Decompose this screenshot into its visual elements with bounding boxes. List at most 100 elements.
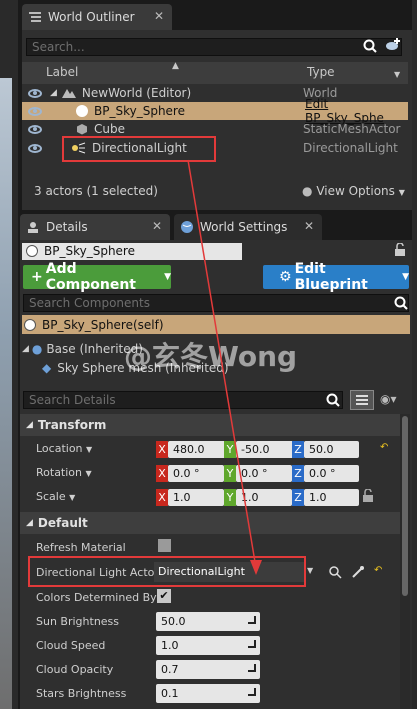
item-type: StaticMeshActor [303, 122, 401, 136]
sun-brightness-input[interactable]: 50.0 [156, 612, 260, 631]
tab-world-outliner[interactable]: World Outliner ✕ [22, 4, 172, 30]
world-icon [61, 89, 76, 98]
location-x-input[interactable]: 480.0 [168, 441, 230, 458]
rotation-y-input[interactable]: 0.0 ° [236, 465, 292, 482]
sphere-icon [24, 318, 36, 331]
rotation-label[interactable]: Rotation ▼ [36, 466, 92, 479]
chevron-down-icon: ▼ [86, 445, 93, 454]
visibility-filter-icon[interactable] [384, 36, 402, 54]
property-matrix-button[interactable] [350, 390, 374, 410]
stars-brightness-input[interactable]: 0.1 [156, 684, 260, 703]
sort-ascending-icon: ▲ [172, 61, 179, 71]
watermark: @玄冬Wong [124, 340, 298, 373]
lock-icon[interactable] [394, 243, 406, 257]
axis-z-label: Z [292, 489, 304, 506]
eye-filter-icon[interactable]: ◉▾ [380, 392, 397, 406]
scale-y-input[interactable]: 1.0 [236, 489, 292, 506]
browse-icon[interactable] [328, 565, 342, 579]
cube-icon [77, 124, 87, 135]
chevron-down-icon[interactable]: ▼ [307, 566, 313, 575]
collapse-icon[interactable]: ◢ [26, 518, 33, 528]
chevron-down-icon: ▼ [398, 188, 405, 197]
eye-icon[interactable] [28, 88, 42, 98]
collapse-icon[interactable]: ◢ [26, 420, 33, 430]
location-label[interactable]: Location ▼ [36, 442, 92, 455]
chevron-down-icon: ▼ [402, 272, 409, 282]
outliner-header: Label ▲ Type ▼ [22, 61, 408, 84]
refresh-material-checkbox[interactable] [158, 539, 171, 552]
tab-details[interactable]: Details ✕ [20, 214, 170, 240]
details-icon [28, 222, 38, 233]
actor-count-status: 3 actors (1 selected) [34, 184, 158, 198]
scale-z-input[interactable]: 1.0 [304, 489, 359, 506]
component-self-row[interactable]: BP_Sky_Sphere(self) [22, 315, 410, 334]
viewport-edge [0, 78, 12, 709]
gears-icon: ⚙ [279, 269, 292, 285]
axis-x-label: X [156, 441, 168, 458]
add-component-button[interactable]: + Add Component ▼ [23, 261, 171, 293]
cloud-opacity-label: Cloud Opacity [36, 663, 114, 676]
reset-icon[interactable]: ↶ [380, 442, 388, 453]
axis-z-label: Z [292, 465, 304, 482]
sphere-icon [76, 105, 88, 117]
axis-z-label: Z [292, 441, 304, 458]
location-y-input[interactable]: -50.0 [236, 441, 298, 458]
axis-x-label: X [156, 489, 168, 506]
expand-icon[interactable]: ◢ [50, 88, 57, 98]
resize-icon [248, 616, 256, 624]
col-label[interactable]: Label [46, 65, 78, 79]
sun-brightness-label: Sun Brightness [36, 615, 120, 628]
chevron-down-icon: ▼ [85, 469, 92, 478]
rotation-z-input[interactable]: 0.0 ° [304, 465, 359, 482]
eye-icon[interactable] [28, 106, 42, 116]
search-icon[interactable] [325, 392, 341, 408]
search-icon[interactable] [362, 38, 378, 54]
scale-label[interactable]: Scale ▼ [36, 490, 75, 503]
eyedropper-icon[interactable] [351, 565, 365, 579]
outliner-row-bp-sky-sphere[interactable]: BP_Sky_Sphere Edit BP_Sky_Sphe [22, 97, 408, 125]
tab-world-settings[interactable]: World Settings ✕ [174, 214, 322, 240]
close-icon[interactable]: ✕ [304, 219, 314, 233]
close-icon[interactable]: ✕ [152, 219, 162, 233]
item-label: BP_Sky_Sphere [94, 104, 185, 118]
search-placeholder: Search... [32, 40, 85, 54]
outliner-search-input[interactable]: Search... [26, 38, 402, 56]
item-label: NewWorld (Editor) [81, 86, 192, 100]
eye-icon[interactable] [28, 143, 42, 153]
reset-icon[interactable]: ↶ [374, 565, 382, 576]
view-options-button[interactable]: ● View Options ▼ [302, 184, 405, 198]
rotation-x-input[interactable]: 0.0 ° [168, 465, 224, 482]
chevron-down-icon: ▼ [164, 272, 171, 282]
close-icon[interactable]: ✕ [154, 9, 164, 23]
search-details-input[interactable]: Search Details [23, 391, 343, 409]
cloud-speed-input[interactable]: 1.0 [156, 636, 260, 655]
cloud-speed-label: Cloud Speed [36, 639, 106, 652]
details-scrollbar[interactable] [400, 414, 410, 709]
right-editor-strip [412, 0, 417, 709]
transform-section-header[interactable]: ◢ Transform [20, 414, 410, 436]
location-z-input[interactable]: 50.0 [304, 441, 359, 458]
search-components-input[interactable]: Search Components [23, 294, 409, 312]
axis-y-label: Y [224, 489, 236, 506]
globe-icon [181, 221, 193, 233]
col-type[interactable]: Type [307, 65, 335, 79]
lock-icon[interactable] [362, 489, 374, 503]
edit-blueprint-button[interactable]: ⚙ Edit Blueprint ▼ [263, 261, 409, 293]
resize-icon [248, 640, 256, 648]
actor-name-field[interactable]: BP_Sky_Sphere [22, 243, 242, 260]
outliner-panel: Search... Label ▲ Type ▼ ◢ NewWorld (Edi… [22, 30, 412, 210]
mesh-icon: ◆ [42, 361, 52, 375]
colors-determined-checkbox[interactable]: ✔ [157, 589, 171, 603]
axis-y-label: Y [224, 465, 236, 482]
default-section-header[interactable]: ◢ Default [20, 512, 410, 534]
eye-icon[interactable] [28, 124, 42, 134]
scrollbar-thumb[interactable] [402, 416, 408, 596]
scale-x-input[interactable]: 1.0 [168, 489, 224, 506]
expand-icon[interactable]: ◢ [22, 344, 29, 354]
eye-small-icon: ● [302, 184, 313, 198]
cloud-opacity-input[interactable]: 0.7 [156, 660, 260, 679]
chevron-down-icon[interactable]: ▼ [394, 70, 400, 79]
search-icon[interactable] [393, 295, 409, 311]
plus-icon: + [31, 269, 43, 285]
tab-label: World Outliner [48, 10, 135, 24]
